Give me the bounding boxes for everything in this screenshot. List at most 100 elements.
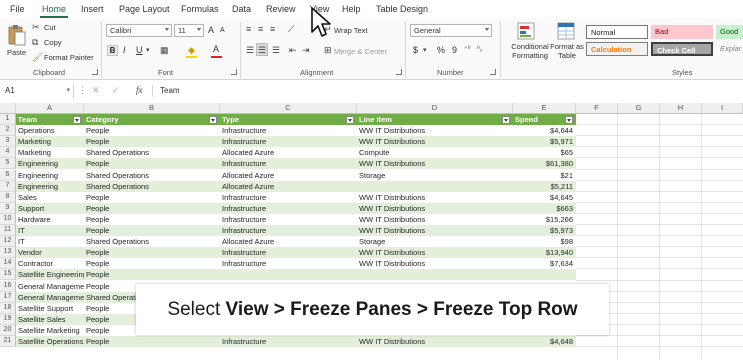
orientation-icon[interactable]: ⟋ [288,24,294,34]
column-header-d[interactable]: D [357,103,513,114]
table-cell[interactable]: People [84,192,220,203]
table-cell[interactable]: Infrastructure [220,192,357,203]
align-left-icon[interactable]: ☰ [246,45,254,55]
format-painter-button[interactable]: Format Painter [44,53,94,62]
row-header[interactable]: 19 [0,313,16,325]
table-cell[interactable]: People [84,203,220,214]
column-header-c[interactable]: C [220,103,357,114]
table-cell[interactable]: $98 [513,236,576,247]
row-header[interactable]: 15 [0,269,16,281]
table-cell[interactable]: People [84,258,220,269]
conditional-formatting-button[interactable]: Conditional Formatting [504,20,549,66]
comma-style-button[interactable]: 9 [452,45,457,55]
tab-insert[interactable]: Insert [81,4,104,14]
tab-review[interactable]: Review [266,4,296,14]
table-cell[interactable] [357,269,513,280]
style-good[interactable]: Good [716,25,743,39]
row-header[interactable]: 13 [0,247,16,259]
table-cell[interactable]: Infrastructure [220,336,357,347]
style-explanatory[interactable]: Explar [716,42,743,56]
table-cell[interactable]: People [84,136,220,147]
table-cell[interactable]: Contractor [16,258,84,269]
align-top-icon[interactable]: ≡ [246,24,251,34]
table-cell[interactable]: WW IT Distributions [357,158,513,169]
table-cell[interactable]: Storage [357,236,513,247]
row-header[interactable]: 9 [0,202,16,214]
column-header-e[interactable]: E [513,103,576,114]
table-cell[interactable]: People [84,247,220,258]
table-cell[interactable]: WW IT Distributions [357,336,513,347]
underline-button[interactable]: U [136,45,143,55]
table-cell[interactable]: $4,648 [513,336,576,347]
row-header[interactable]: 5 [0,158,16,170]
decrease-indent-icon[interactable]: ⇤ [289,45,297,55]
filter-dropdown-icon[interactable] [73,116,81,124]
column-header-g[interactable]: G [618,103,660,114]
table-cell[interactable]: Satellite Marketing [16,325,84,336]
style-bad[interactable]: Bad [651,25,713,39]
tab-formulas[interactable]: Formulas [181,4,219,14]
table-cell[interactable]: $65 [513,147,576,158]
table-cell[interactable]: Engineering [16,158,84,169]
row-header[interactable]: 20 [0,324,16,336]
table-cell[interactable]: Infrastructure [220,225,357,236]
table-cell[interactable]: Infrastructure [220,258,357,269]
table-cell[interactable]: $663 [513,203,576,214]
row-header[interactable]: 4 [0,147,16,159]
table-cell[interactable]: WW IT Distributions [357,247,513,258]
table-cell[interactable]: Marketing [16,136,84,147]
table-cell[interactable] [220,269,357,280]
table-cell[interactable]: $15,266 [513,214,576,225]
table-cell[interactable]: WW IT Distributions [357,214,513,225]
align-bottom-icon[interactable]: ≡ [270,24,275,34]
table-cell[interactable]: $7,634 [513,258,576,269]
table-cell[interactable]: Satellite Sales [16,314,84,325]
grow-font-button[interactable]: A [208,25,214,35]
row-header[interactable]: 18 [0,302,16,314]
column-header-i[interactable]: I [702,103,743,114]
table-cell[interactable]: $5,211 [513,181,576,192]
tab-file[interactable]: File [10,4,25,14]
row-header[interactable]: 11 [0,225,16,237]
table-cell[interactable]: General Management [16,281,84,292]
style-normal[interactable]: Normal [586,25,648,39]
table-cell[interactable]: Allocated Azure [220,170,357,181]
increase-indent-icon[interactable]: ⇥ [302,45,310,55]
enter-icon[interactable]: ✓ [112,85,120,95]
row-header[interactable]: 17 [0,291,16,303]
table-cell[interactable]: IT [16,225,84,236]
tab-data[interactable]: Data [232,4,251,14]
number-format-dropdown[interactable]: General [410,24,492,37]
copy-button[interactable]: Copy [44,38,62,47]
alignment-dialog-launcher[interactable] [396,69,402,75]
tab-help[interactable]: Help [342,4,361,14]
table-header-cell[interactable]: Type [220,114,357,125]
column-header-a[interactable]: A [16,103,84,114]
table-cell[interactable]: Allocated Azure [220,236,357,247]
table-cell[interactable]: Infrastructure [220,247,357,258]
tab-page-layout[interactable]: Page Layout [119,4,170,14]
table-cell[interactable] [513,269,576,280]
table-cell[interactable] [357,181,513,192]
table-cell[interactable]: WW IT Distributions [357,125,513,136]
format-as-table-button[interactable]: Format as Table [548,20,584,66]
tab-home[interactable]: Home [42,4,66,14]
row-header[interactable]: 10 [0,213,16,225]
table-cell[interactable]: $4,644 [513,125,576,136]
table-cell[interactable]: Satellite Support [16,303,84,314]
clipboard-dialog-launcher[interactable] [92,69,98,75]
table-cell[interactable]: Compute [357,147,513,158]
table-cell[interactable]: Vendor [16,247,84,258]
select-all-corner[interactable] [0,103,16,114]
table-cell[interactable]: WW IT Distributions [357,192,513,203]
align-middle-icon[interactable]: ≡ [258,24,263,34]
row-header[interactable]: 14 [0,258,16,270]
table-cell[interactable]: WW IT Distributions [357,136,513,147]
table-cell[interactable]: People [84,158,220,169]
column-header-b[interactable]: B [84,103,220,114]
increase-decimal-icon[interactable]: ⁺⁰ [464,45,471,55]
cut-button[interactable]: Cut [44,23,56,32]
table-cell[interactable]: General Management [16,292,84,303]
table-cell[interactable]: Engineering [16,181,84,192]
filter-dropdown-icon[interactable] [565,116,573,124]
